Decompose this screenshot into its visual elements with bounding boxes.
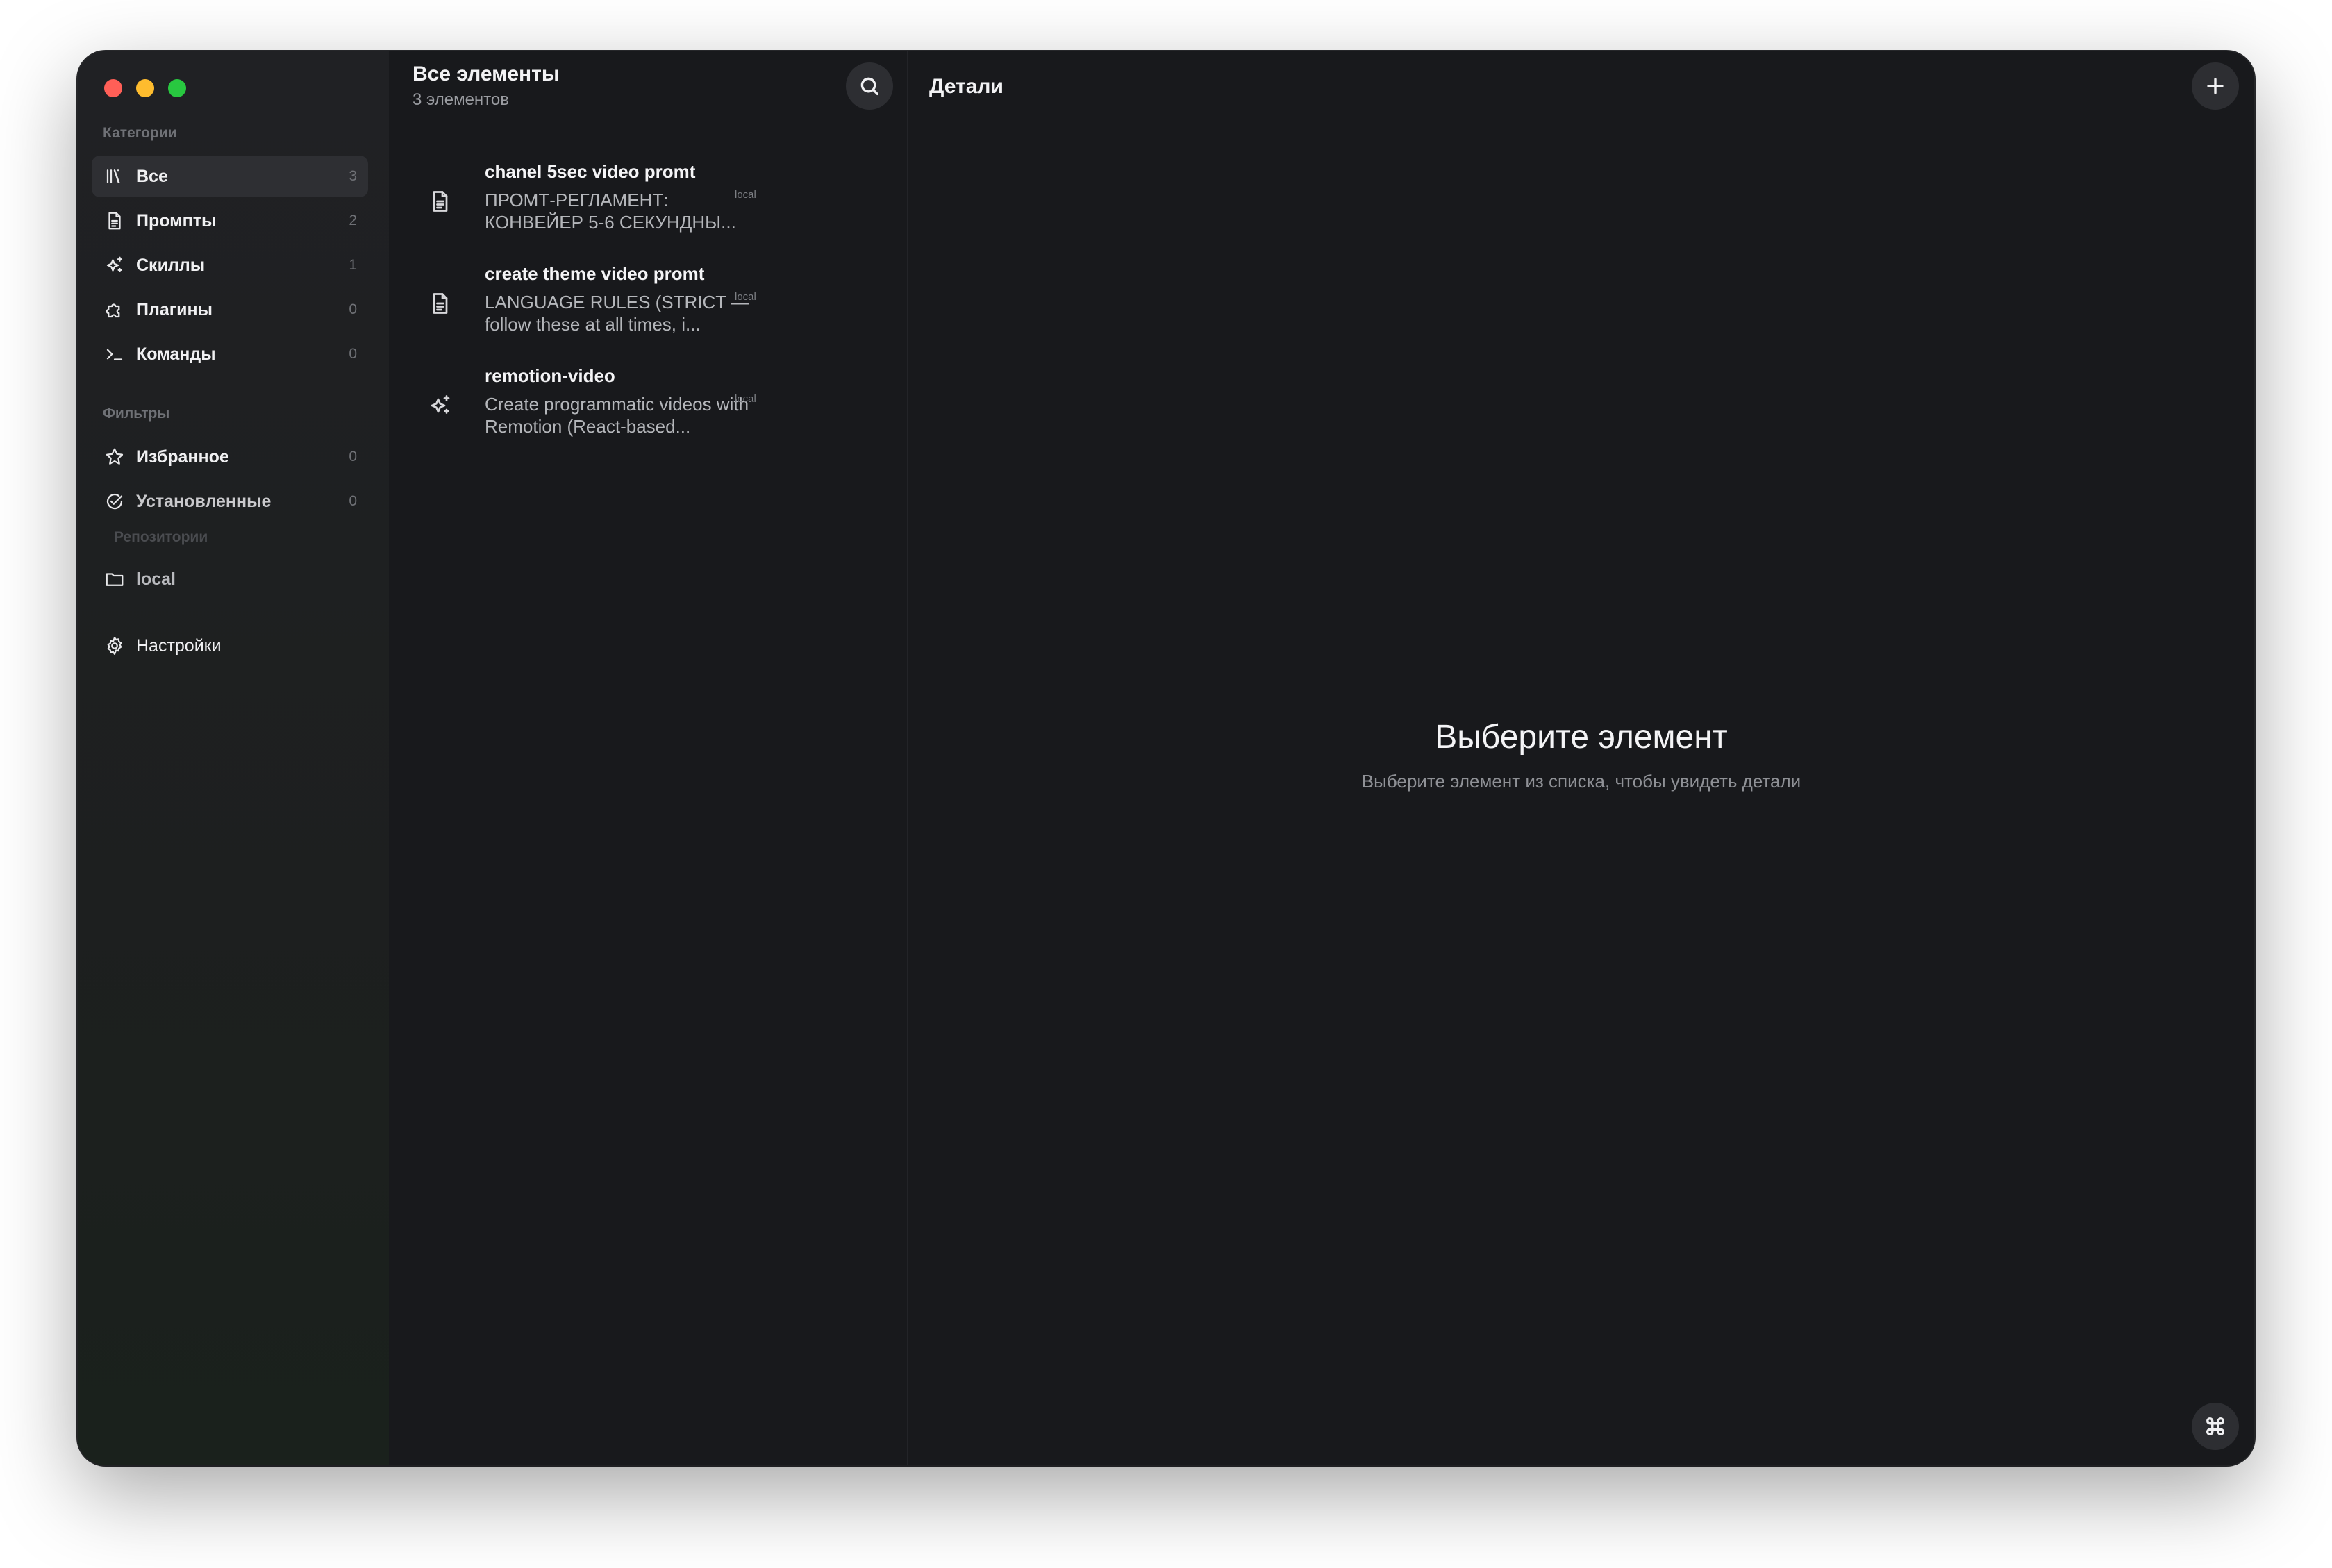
sidebar: Категории Все 3 Промпты 2 Скиллы 1 Плаги… xyxy=(78,51,389,1465)
list-count: 3 элементов xyxy=(413,90,510,109)
sidebar-item-label: Скиллы xyxy=(136,255,206,275)
add-button[interactable] xyxy=(2192,62,2239,110)
detail-title: Детали xyxy=(929,75,1003,98)
sidebar-item-count: 0 xyxy=(349,346,357,362)
app-window: Категории Все 3 Промпты 2 Скиллы 1 Плаги… xyxy=(78,51,2254,1465)
sidebar-item-label: Плагины xyxy=(136,299,213,319)
minimize-window-button[interactable] xyxy=(136,79,154,97)
item-title: create theme video promt xyxy=(485,263,705,284)
window-controls xyxy=(104,79,186,97)
sidebar-item-label: Настройки xyxy=(136,635,222,656)
document-icon xyxy=(428,291,456,319)
sidebar-item-count: 0 xyxy=(349,449,357,465)
document-icon xyxy=(428,189,456,217)
sidebar-item-favorites[interactable]: Избранное 0 xyxy=(92,436,368,478)
sidebar-item-label: Избранное xyxy=(136,447,229,467)
sidebar-item-plugins[interactable]: Плагины 0 xyxy=(92,289,368,331)
item-description: Create programmatic videos with Remotion… xyxy=(485,394,749,437)
list-title: Все элементы xyxy=(413,62,560,85)
gear-icon xyxy=(103,634,126,658)
sidebar-item-label: local xyxy=(136,569,176,589)
item-repo-tag: local xyxy=(735,189,756,201)
sparkles-icon xyxy=(103,253,126,277)
sidebar-item-commands[interactable]: Команды 0 xyxy=(92,333,368,375)
zoom-window-button[interactable] xyxy=(168,79,186,97)
sidebar-item-count: 0 xyxy=(349,301,357,317)
plus-icon xyxy=(2207,78,2224,94)
list-item[interactable]: create theme video promt LANGUAGE RULES … xyxy=(389,263,908,360)
command-palette-button[interactable] xyxy=(2192,1403,2239,1450)
sidebar-item-label: Все xyxy=(136,166,168,186)
item-description: ПРОМТ-РЕГЛАМЕНТ: КОНВЕЙЕР 5-6 СЕКУНДНЫ..… xyxy=(485,190,736,233)
sidebar-item-repo-local[interactable]: local xyxy=(92,558,368,600)
sidebar-item-prompts[interactable]: Промпты 2 xyxy=(92,200,368,242)
repositories-heading: Репозитории xyxy=(114,529,208,545)
sidebar-item-all[interactable]: Все 3 xyxy=(92,156,368,197)
star-icon xyxy=(103,445,126,469)
sidebar-item-count: 1 xyxy=(349,257,357,273)
categories-heading: Категории xyxy=(103,125,177,141)
sparkles-icon xyxy=(428,393,456,421)
search-icon xyxy=(860,77,879,96)
list-item[interactable]: remotion-video Create programmatic video… xyxy=(389,365,908,462)
list-item[interactable]: chanel 5sec video promt ПРОМТ-РЕГЛАМЕНТ:… xyxy=(389,161,908,258)
item-title: remotion-video xyxy=(485,365,615,386)
sidebar-item-label: Установленные xyxy=(136,491,272,511)
sidebar-item-count: 0 xyxy=(349,493,357,509)
sidebar-item-count: 3 xyxy=(349,168,357,184)
item-title: chanel 5sec video promt xyxy=(485,161,696,182)
empty-state-title: Выберите элемент xyxy=(1435,719,1728,756)
document-icon xyxy=(103,209,126,233)
terminal-icon xyxy=(103,342,126,366)
sidebar-item-installed[interactable]: Установленные 0 xyxy=(92,481,368,522)
empty-state-subtitle: Выберите элемент из списка, чтобы увидет… xyxy=(1361,771,1801,792)
items-list-panel: Все элементы 3 элементов chanel 5sec vid… xyxy=(389,51,908,1465)
puzzle-icon xyxy=(103,298,126,322)
item-description: LANGUAGE RULES (STRICT — follow these at… xyxy=(485,292,749,335)
check-circle-icon xyxy=(103,490,126,513)
sidebar-item-settings[interactable]: Настройки xyxy=(92,625,368,667)
close-window-button[interactable] xyxy=(104,79,122,97)
filters-heading: Фильтры xyxy=(103,406,170,422)
sidebar-item-count: 2 xyxy=(349,212,357,228)
item-repo-tag: local xyxy=(735,291,756,303)
sidebar-item-label: Команды xyxy=(136,344,216,364)
detail-panel: Детали Выберите элемент Выберите элемент… xyxy=(908,51,2254,1465)
folder-icon xyxy=(103,567,126,591)
command-key-icon xyxy=(2206,1417,2224,1435)
sidebar-item-skills[interactable]: Скиллы 1 xyxy=(92,244,368,286)
search-button[interactable] xyxy=(846,62,893,110)
library-icon xyxy=(103,165,126,188)
sidebar-item-label: Промпты xyxy=(136,210,217,231)
item-repo-tag: local xyxy=(735,393,756,405)
